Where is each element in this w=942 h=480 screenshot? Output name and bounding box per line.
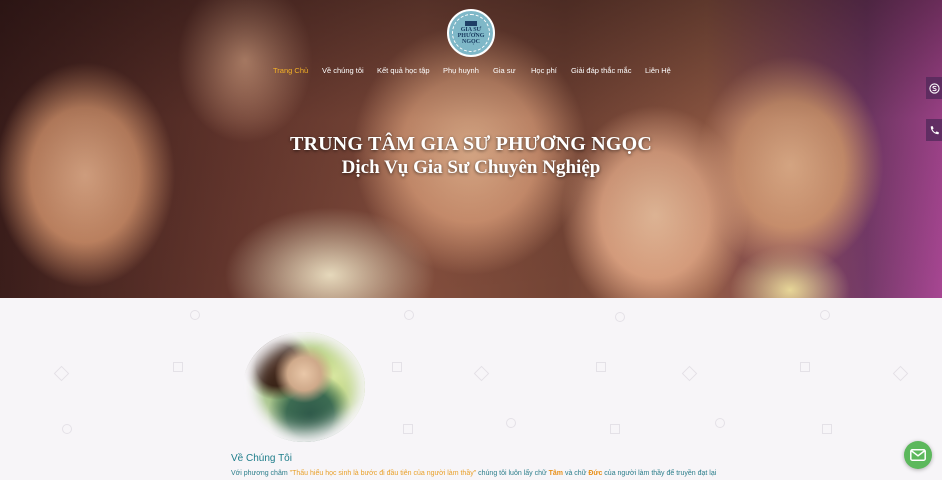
- hero-banner: GIA SƯ PHƯƠNG NGỌC Trang Chủ Về chúng tô…: [0, 0, 942, 298]
- hero-title: TRUNG TÂM GIA SƯ PHƯƠNG NGỌC Dịch Vụ Gia…: [0, 132, 942, 180]
- hero-title-line2: Dịch Vụ Gia Sư Chuyên Nghiệp: [341, 157, 601, 178]
- nav-item-hoc-phi[interactable]: Học phí: [531, 66, 557, 75]
- about-motto: "Thấu hiểu học sinh là bước đi đầu tiên …: [289, 470, 477, 477]
- nav-item-gia-su[interactable]: Gia sư: [493, 66, 516, 75]
- about-keyword-duc: Đức: [588, 470, 603, 477]
- nav-item-ve-chung-toi[interactable]: Về chúng tôi: [322, 66, 364, 75]
- nav-item-trang-chu[interactable]: Trang Chủ: [273, 66, 308, 75]
- hero-title-line1: TRUNG TÂM GIA SƯ PHƯƠNG NGỌC: [289, 133, 653, 155]
- graduation-cap-icon: [465, 21, 477, 26]
- phone-icon: [930, 125, 939, 134]
- nav-item-giai-dap-thac-mac[interactable]: Giải đáp thắc mắc: [571, 66, 631, 75]
- skype-button[interactable]: [926, 77, 942, 99]
- mail-icon: [910, 449, 926, 461]
- skype-icon: [928, 82, 940, 94]
- about-text: Với phương châm "Thấu hiểu học sinh là b…: [231, 470, 717, 477]
- nav-item-ket-qua-hoc-tap[interactable]: Kết quả học tập: [377, 66, 430, 75]
- nav-item-lien-he[interactable]: Liên Hệ: [645, 66, 671, 75]
- nav-item-phu-huynh[interactable]: Phụ huynh: [443, 66, 479, 75]
- phone-button[interactable]: [926, 119, 942, 141]
- about-heading: Về Chúng Tôi: [231, 453, 292, 464]
- about-keyword-tam: Tâm: [548, 470, 564, 477]
- main-nav: Trang Chủ Về chúng tôi Kết quả học tập P…: [0, 66, 942, 78]
- section-background-pattern: [0, 298, 942, 480]
- contact-mail-button[interactable]: [904, 441, 932, 469]
- site-logo[interactable]: GIA SƯ PHƯƠNG NGỌC: [447, 9, 495, 57]
- about-photo: [243, 332, 365, 442]
